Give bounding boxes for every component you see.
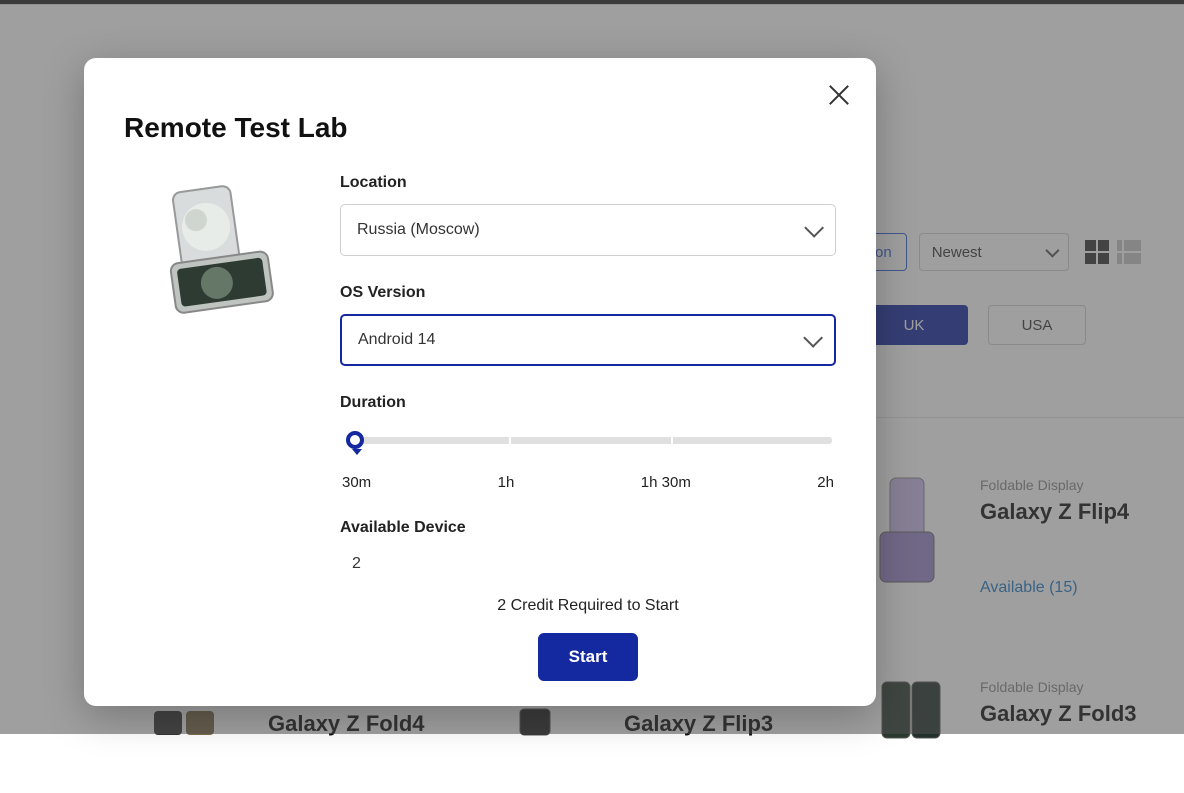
start-button-label: Start (569, 647, 608, 666)
location-value: Russia (Moscow) (357, 221, 480, 239)
tick-30m: 30m (342, 474, 371, 491)
slider-thumb[interactable] (346, 431, 364, 449)
start-button[interactable]: Start (538, 633, 638, 681)
available-device-count: 2 (352, 555, 836, 573)
os-version-value: Android 14 (358, 331, 435, 349)
tick-1h30m: 1h 30m (641, 474, 691, 491)
credit-required-text: 2 Credit Required to Start (340, 597, 836, 615)
duration-label: Duration (340, 394, 836, 412)
remote-test-lab-modal: Remote Test Lab Location Russia (Moscow) (84, 58, 876, 706)
location-label: Location (340, 174, 836, 192)
device-preview (124, 174, 304, 681)
close-icon[interactable] (826, 82, 852, 108)
os-version-label: OS Version (340, 284, 836, 302)
os-version-select[interactable]: Android 14 (340, 314, 836, 366)
tick-2h: 2h (817, 474, 834, 491)
modal-title: Remote Test Lab (124, 112, 836, 144)
chevron-down-icon (804, 218, 824, 238)
duration-slider[interactable] (340, 428, 836, 452)
available-device-label: Available Device (340, 519, 836, 537)
tick-1h: 1h (498, 474, 515, 491)
location-select[interactable]: Russia (Moscow) (340, 204, 836, 256)
chevron-down-icon (803, 328, 823, 348)
